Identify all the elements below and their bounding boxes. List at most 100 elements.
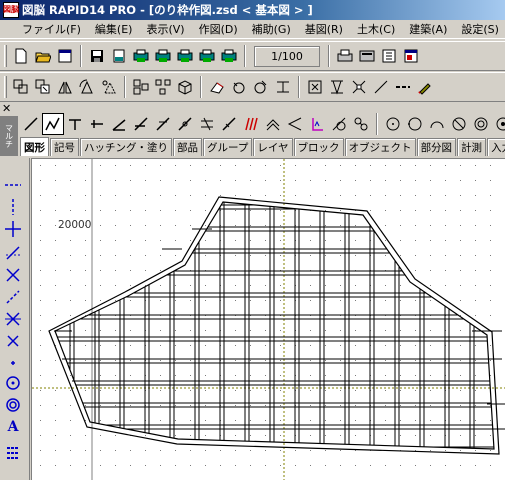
tab-parts[interactable]: 部品 <box>173 138 202 156</box>
list-icon[interactable] <box>4 444 22 462</box>
text-icon[interactable]: A <box>4 418 22 436</box>
side-tab-multi[interactable]: マルチ <box>0 116 18 156</box>
tab-block[interactable]: ブロック <box>293 138 344 156</box>
line-icon[interactable] <box>20 113 42 135</box>
mirror-icon[interactable] <box>54 76 76 98</box>
menu-file[interactable]: ファイル(F) <box>0 21 88 37</box>
app-icon[interactable]: 図脳 <box>3 2 19 18</box>
arc-icon[interactable] <box>328 113 350 135</box>
diag-dash-icon[interactable] <box>4 288 22 306</box>
zoom-icon[interactable] <box>218 45 240 67</box>
point-icon[interactable] <box>448 113 470 135</box>
menu-draw[interactable]: 作図(D) <box>192 21 245 37</box>
dimension-icon[interactable] <box>304 76 326 98</box>
plot3-icon[interactable] <box>196 45 218 67</box>
memo-icon[interactable] <box>356 45 378 67</box>
toolbar-grip[interactable] <box>4 45 7 67</box>
tab-symbol[interactable]: 記号 <box>50 138 79 156</box>
plus-small-icon[interactable] <box>4 354 22 372</box>
close-icon[interactable]: ✕ <box>2 103 14 115</box>
fillet-icon[interactable] <box>240 113 262 135</box>
tab-measure[interactable]: 計測 <box>457 138 487 156</box>
scale-selector[interactable]: 1/100 <box>254 45 320 67</box>
grid-icon[interactable] <box>378 45 400 67</box>
tab-object[interactable]: オブジェクト <box>344 138 416 156</box>
block-icon[interactable] <box>174 76 196 98</box>
erase-icon[interactable] <box>206 76 228 98</box>
rotate-icon[interactable] <box>76 76 98 98</box>
copy-icon[interactable] <box>10 76 32 98</box>
explode-icon[interactable] <box>152 76 174 98</box>
chamfer-icon[interactable] <box>218 113 240 135</box>
circle-icon[interactable] <box>382 113 404 135</box>
tab-input-attr[interactable]: 入力属性 <box>487 138 505 156</box>
move-icon[interactable] <box>32 76 54 98</box>
redo-icon[interactable] <box>250 76 272 98</box>
hatching-icon[interactable] <box>196 113 218 135</box>
dashed-v-icon[interactable] <box>4 198 22 216</box>
double-circle-icon[interactable] <box>4 396 22 414</box>
target-icon[interactable] <box>4 374 22 392</box>
new-icon[interactable] <box>10 45 32 67</box>
diagonal-icon[interactable] <box>4 244 22 262</box>
x-mark-icon[interactable] <box>4 332 22 350</box>
undo-icon[interactable] <box>228 76 250 98</box>
tab-hatching[interactable]: ハッチング・塗り <box>80 138 172 156</box>
line-type-icon[interactable] <box>392 76 414 98</box>
cad-drawing <box>32 159 505 480</box>
dashed-h-icon[interactable] <box>4 176 22 194</box>
donut-icon[interactable] <box>404 113 426 135</box>
group-icon[interactable] <box>130 76 152 98</box>
menu-base[interactable]: 基図(R) <box>298 21 350 37</box>
menu-assist[interactable]: 補助(G) <box>245 21 298 37</box>
coordinate-label: 20000 <box>58 219 92 231</box>
ring-icon[interactable] <box>492 113 505 135</box>
layer-icon[interactable] <box>54 45 76 67</box>
perpendicular-icon[interactable] <box>64 113 86 135</box>
plot-icon[interactable] <box>152 45 174 67</box>
tangent-icon[interactable] <box>130 113 152 135</box>
break-icon[interactable] <box>262 113 284 135</box>
menu-bar: ファイル(F) 編集(E) 表示(V) 作図(D) 補助(G) 基図(R) 土木… <box>0 20 505 39</box>
menu-civil[interactable]: 土木(C) <box>350 21 402 37</box>
hatch-icon[interactable] <box>348 76 370 98</box>
tab-shape[interactable]: 図形 <box>20 137 49 156</box>
cross-icon[interactable] <box>4 220 22 238</box>
tab-group[interactable]: グループ <box>203 138 253 156</box>
join-icon[interactable] <box>306 113 328 135</box>
print-icon[interactable] <box>108 45 130 67</box>
line-style-icon[interactable] <box>370 76 392 98</box>
drawing-canvas[interactable]: 20000 <box>31 158 505 480</box>
offset-icon[interactable] <box>174 113 196 135</box>
menu-settings[interactable]: 設定(S) <box>454 21 505 37</box>
snap-icon[interactable] <box>272 76 294 98</box>
print-preview-icon[interactable] <box>130 45 152 67</box>
ellipse-icon[interactable] <box>350 113 372 135</box>
pen-icon[interactable] <box>414 76 436 98</box>
angle-line-icon[interactable] <box>108 113 130 135</box>
open-icon[interactable] <box>32 45 54 67</box>
window-icon[interactable] <box>400 45 422 67</box>
concentric-icon[interactable] <box>426 113 448 135</box>
trim-icon[interactable] <box>284 113 306 135</box>
plot2-icon[interactable] <box>174 45 196 67</box>
target-tool-icon[interactable] <box>470 113 492 135</box>
save-icon[interactable] <box>86 45 108 67</box>
main-toolbar: 1/100 <box>0 41 505 71</box>
polyline-icon[interactable] <box>42 112 64 135</box>
extend-icon[interactable] <box>152 113 174 135</box>
parallel-icon[interactable] <box>86 113 108 135</box>
extension-lines <box>54 228 505 430</box>
measure-icon[interactable] <box>326 76 348 98</box>
menu-architecture[interactable]: 建築(A) <box>402 21 454 37</box>
tab-partial-view[interactable]: 部分図 <box>416 138 457 156</box>
diag-cross-icon[interactable] <box>4 266 22 284</box>
menu-view[interactable]: 表示(V) <box>139 21 191 37</box>
toolbar-grip[interactable] <box>4 76 7 98</box>
diag-cross2-icon[interactable] <box>4 310 22 328</box>
print-setup-icon[interactable] <box>334 45 356 67</box>
toolbar-separator <box>124 76 126 98</box>
menu-edit[interactable]: 編集(E) <box>88 21 140 37</box>
scale-shape-icon[interactable] <box>98 76 120 98</box>
tab-layer[interactable]: レイヤ <box>253 138 293 156</box>
